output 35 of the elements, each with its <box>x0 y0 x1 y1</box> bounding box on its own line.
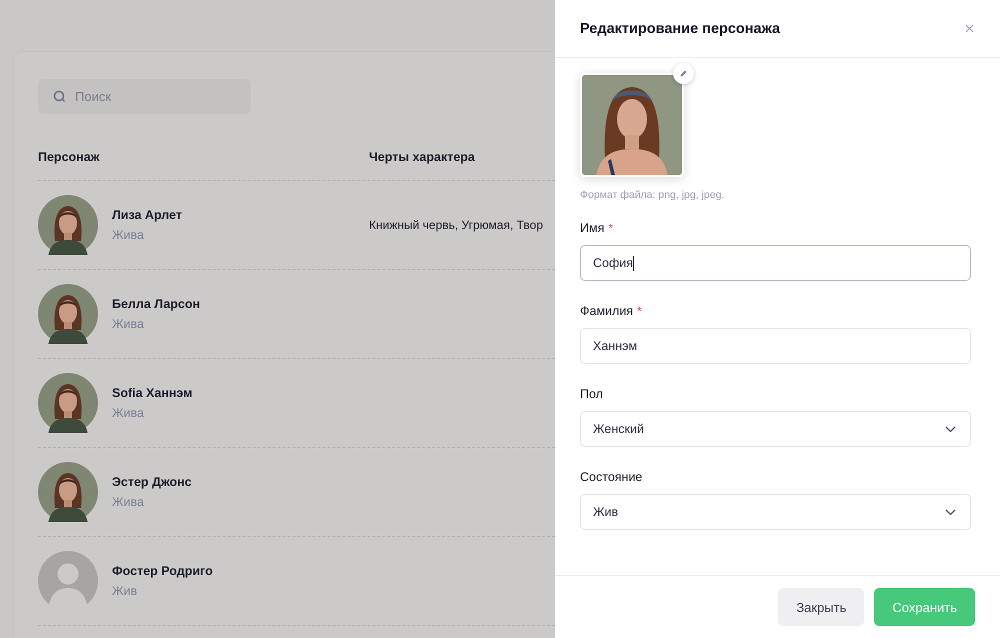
close-button[interactable] <box>963 22 976 35</box>
input-field[interactable]: София <box>580 245 971 281</box>
close-icon <box>965 24 974 33</box>
character-name: Эстер Джонс <box>112 475 192 489</box>
character-status: Жива <box>112 317 145 331</box>
input-field[interactable]: Ханнэм <box>580 328 971 364</box>
pencil-icon <box>679 69 688 78</box>
field-label: Фамилия <box>580 304 634 318</box>
character-name: Белла Ларсон <box>112 297 200 311</box>
character-name: Sofia Ханнэм <box>112 386 192 400</box>
required-mark: * <box>608 221 614 235</box>
field-label: Имя <box>580 221 604 235</box>
character-status: Жив <box>112 584 138 598</box>
character-name: Фостер Родриго <box>112 564 213 578</box>
column-header: Черты характера <box>369 150 475 166</box>
close-button[interactable]: Закрыть <box>778 588 864 626</box>
edit-photo-button[interactable] <box>673 63 694 84</box>
file-format-hint: Формат файла: png, jpg, jpeg. <box>580 189 726 201</box>
required-mark: * <box>637 304 642 318</box>
search-icon <box>53 90 66 103</box>
field-label: Состояние <box>580 470 642 484</box>
select-field[interactable]: Жив <box>580 494 971 530</box>
column-header: Персонаж <box>38 150 101 166</box>
chevron-down-icon <box>945 508 956 516</box>
search-field[interactable]: Поиск <box>38 79 251 114</box>
select-field[interactable]: Женский <box>580 411 971 447</box>
field-label: Пол <box>580 387 603 401</box>
character-status: Жива <box>112 495 145 509</box>
character-status: Жива <box>112 406 145 420</box>
avatar-icon <box>38 551 98 611</box>
character-name: Лиза Арлет <box>112 208 182 222</box>
character-status: Жива <box>112 228 145 242</box>
chevron-down-icon <box>945 426 956 432</box>
character-traits: Книжный червь, Угрюмая, Твор <box>369 218 544 232</box>
drawer-title: Редактирование персонажа <box>580 20 780 36</box>
